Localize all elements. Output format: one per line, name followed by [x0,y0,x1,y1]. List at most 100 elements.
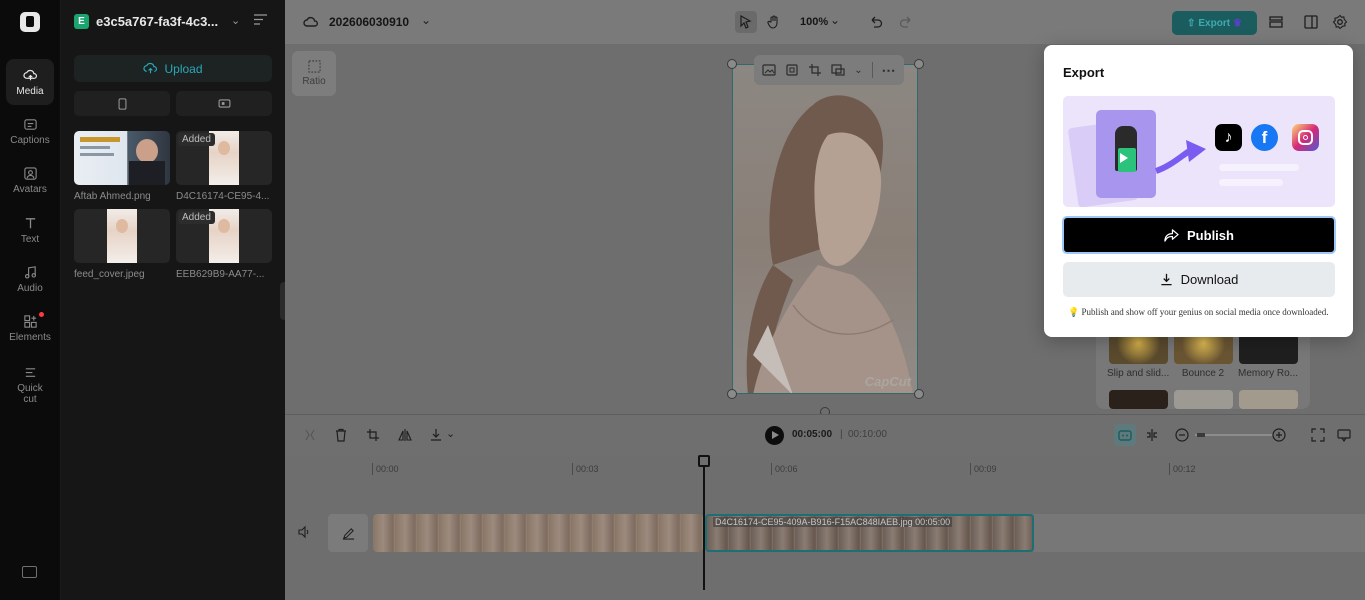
element-toolbar: ⌄ ⋯ [754,55,904,85]
rail-item-elements[interactable]: Elements [6,305,54,351]
track-empty-area[interactable] [1034,514,1365,552]
export-button[interactable]: ⇧ Export ♛ [1172,11,1257,35]
rail-item-media[interactable]: Media [6,59,54,105]
cloud-upload-icon [143,62,158,74]
transition-thumbnail[interactable] [1109,334,1168,364]
select-pointer-icon[interactable] [735,11,757,33]
rail-item-audio[interactable]: Audio [6,256,54,302]
rail-label: cut [23,394,37,405]
split-icon[interactable] [303,428,317,442]
cloud-sync-icon[interactable] [301,12,321,32]
media-thumbnail [74,209,170,263]
resize-handle[interactable] [914,389,924,399]
project-badge: E [74,14,89,29]
ruler-tick: 00:06 [771,463,798,475]
chevron-down-icon[interactable]: ⌄ [446,427,455,440]
transition-thumbnail[interactable] [1174,390,1233,409]
rail-label: Quick [17,383,43,394]
comment-icon[interactable] [1337,428,1351,443]
track-edit-button[interactable] [328,514,368,552]
speaker-volume-icon[interactable] [297,525,311,539]
delete-trash-icon[interactable] [334,428,348,442]
transition-label: Bounce 2 [1181,368,1225,379]
playhead-handle[interactable] [698,455,710,467]
rail-item-captions[interactable]: Captions [6,108,54,154]
video-clip[interactable] [373,514,703,552]
video-preview[interactable]: CapCut [732,64,918,394]
video-clip-selected[interactable]: D4C16174-CE95-409A-B916-F15AC848IAEB.jpg… [705,514,1034,552]
playhead[interactable] [703,455,705,590]
download-button[interactable]: Download [1063,262,1335,297]
publish-button[interactable]: Publish [1062,216,1336,254]
rail-label: Text [20,233,40,245]
rail-label: Media [16,85,44,97]
media-item[interactable]: Aftab Ahmed.png [74,131,170,202]
avatar-icon [23,166,37,180]
screen-source-button[interactable] [176,91,272,116]
media-item[interactable]: Added EEB629B9-AA77-... [176,209,272,280]
text-icon [25,217,35,228]
rail-item-text[interactable]: Text [6,207,54,253]
replace-image-icon[interactable] [762,63,777,77]
capcut-watermark: CapCut [864,374,911,389]
more-options-icon[interactable]: ⋯ [881,62,895,79]
resize-handle[interactable] [727,59,737,69]
rail-item-avatars[interactable]: Avatars [6,157,54,203]
ruler-tick: 00:09 [970,463,997,475]
transition-thumbnail[interactable] [1174,334,1233,364]
phone-source-button[interactable] [74,91,170,116]
transition-thumbnail[interactable] [1239,334,1298,364]
transition-thumbnail[interactable] [1109,390,1168,409]
quick-cut-icon [25,368,35,377]
rail-label: Avatars [13,183,47,195]
zoom-slider-thumb[interactable] [1197,433,1205,437]
curved-arrow-icon [1154,140,1206,174]
zoom-in-icon[interactable] [1272,428,1286,442]
fit-frame-icon[interactable] [785,63,799,77]
crop-icon[interactable] [808,63,822,77]
crown-icon: ♛ [1233,17,1243,29]
chevron-down-icon[interactable]: ⌄ [830,13,840,27]
keyboard-shortcuts-icon[interactable] [22,566,37,578]
chevron-down-icon[interactable]: ⌄ [231,14,240,27]
capcut-logo-icon[interactable] [20,12,40,32]
layout-panel-icon[interactable] [1301,12,1321,32]
fullscreen-icon[interactable] [1311,428,1325,442]
chevron-down-icon[interactable]: ⌄ [421,13,431,27]
flip-icon[interactable] [398,428,412,442]
download-icon[interactable] [429,428,443,442]
split-clip-icon[interactable] [1145,428,1159,442]
upload-arrow-icon: ⇧ [1186,17,1196,29]
media-caption: feed_cover.jpeg [74,269,145,280]
project-name[interactable]: e3c5a767-fa3f-4c3... [96,14,218,29]
zoom-level[interactable]: 100% [800,16,828,28]
zoom-slider[interactable] [1195,434,1273,436]
rail-item-quick-cut[interactable]: Quick cut [6,360,54,410]
crop-icon[interactable] [366,428,380,442]
undo-icon[interactable] [866,12,886,32]
settings-gear-icon[interactable] [1330,12,1350,32]
chevron-down-icon[interactable]: ⌄ [854,65,862,76]
redo-icon[interactable] [896,12,916,32]
export-tip-text: Publish and show off your genius on soci… [1081,307,1329,317]
layers-icon[interactable] [1266,12,1286,32]
ai-assist-icon[interactable] [1114,424,1136,446]
media-item[interactable]: Added D4C16174-CE95-4... [176,131,272,202]
play-button[interactable] [765,426,784,445]
media-item[interactable]: feed_cover.jpeg [74,209,170,280]
ratio-button[interactable]: Ratio [292,51,336,96]
transition-thumbnail[interactable] [1239,390,1298,409]
sort-list-icon[interactable] [254,14,267,25]
resize-handle[interactable] [914,59,924,69]
hand-pan-icon[interactable] [764,12,784,32]
download-icon [1160,273,1172,286]
project-title[interactable]: 202606030910 [329,15,409,29]
background-icon[interactable] [831,63,845,77]
clip-label: D4C16174-CE95-409A-B916-F15AC848IAEB.jpg… [713,517,953,527]
transition-label: Memory Ro... [1237,368,1298,379]
rail-label: Audio [17,282,43,294]
resize-handle[interactable] [727,389,737,399]
upload-button[interactable]: Upload [74,55,272,82]
left-rail: Media Captions Avatars Text Audio Elemen… [0,0,61,600]
zoom-out-icon[interactable] [1175,428,1189,442]
